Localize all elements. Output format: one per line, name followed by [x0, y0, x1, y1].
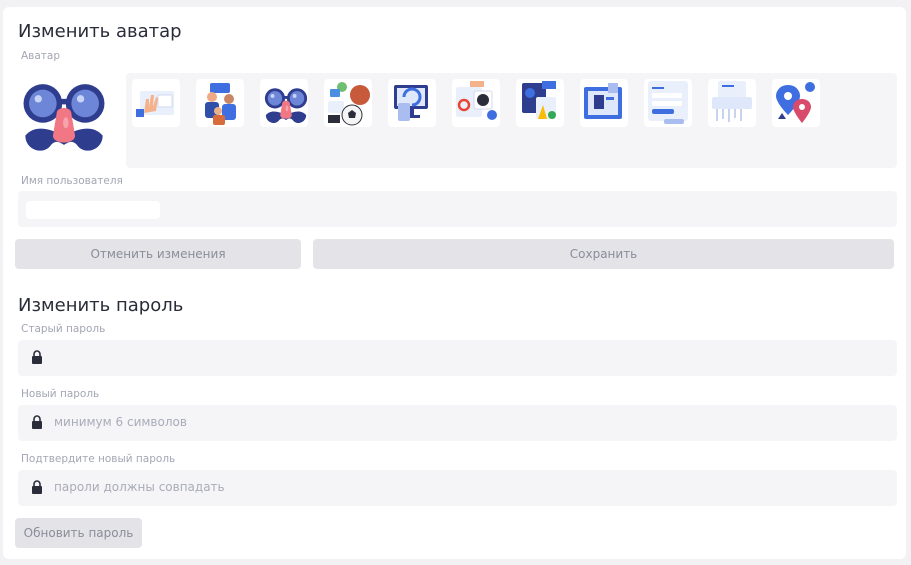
username-value: [26, 201, 160, 219]
avatar-option-developers-team-icon[interactable]: [196, 79, 244, 127]
password-section-title: Изменить пароль: [18, 295, 184, 316]
lock-icon: [32, 350, 42, 364]
avatar-option-document-shredder-icon[interactable]: [708, 79, 756, 127]
username-label: Имя пользователя: [21, 175, 123, 187]
lock-icon: [32, 415, 42, 429]
avatar-gallery: [126, 73, 897, 168]
avatar-option-hand-waving-icon[interactable]: [132, 79, 180, 127]
avatar-option-location-pins-icon[interactable]: [772, 79, 820, 127]
old-password-field[interactable]: [18, 340, 897, 376]
update-password-button[interactable]: Обновить пароль: [15, 518, 142, 548]
avatar-option-google-ads-icon[interactable]: [452, 79, 500, 127]
lock-icon: [32, 480, 42, 494]
new-password-label: Новый пароль: [21, 388, 100, 400]
cancel-changes-button[interactable]: Отменить изменения: [15, 239, 301, 269]
avatar-section-title: Изменить аватар: [18, 21, 182, 42]
avatar-option-monitor-refresh-icon[interactable]: [388, 79, 436, 127]
avatar-option-website-builder-icon[interactable]: [580, 79, 628, 127]
save-button[interactable]: Сохранить: [313, 239, 894, 269]
new-password-field[interactable]: минимум 6 символов: [18, 405, 897, 441]
avatar-option-social-ads-icon[interactable]: [516, 79, 564, 127]
avatar-option-glasses-mustache-disguise-icon[interactable]: [260, 79, 308, 127]
confirm-password-field[interactable]: пароли должны совпадать: [18, 470, 897, 506]
avatar-option-login-form-icon[interactable]: [644, 79, 692, 127]
confirm-password-label: Подтвердите новый пароль: [21, 453, 176, 465]
username-field[interactable]: [18, 191, 897, 227]
old-password-label: Старый пароль: [21, 323, 106, 335]
avatar-label: Аватар: [21, 50, 61, 62]
new-password-placeholder: минимум 6 символов: [54, 415, 187, 429]
settings-card: Изменить аватар Аватар Имя пользователя …: [3, 7, 906, 559]
avatar-option-sports-balls-icon[interactable]: [324, 79, 372, 127]
confirm-password-placeholder: пароли должны совпадать: [54, 480, 225, 494]
current-avatar-disguise-icon: [18, 77, 110, 163]
